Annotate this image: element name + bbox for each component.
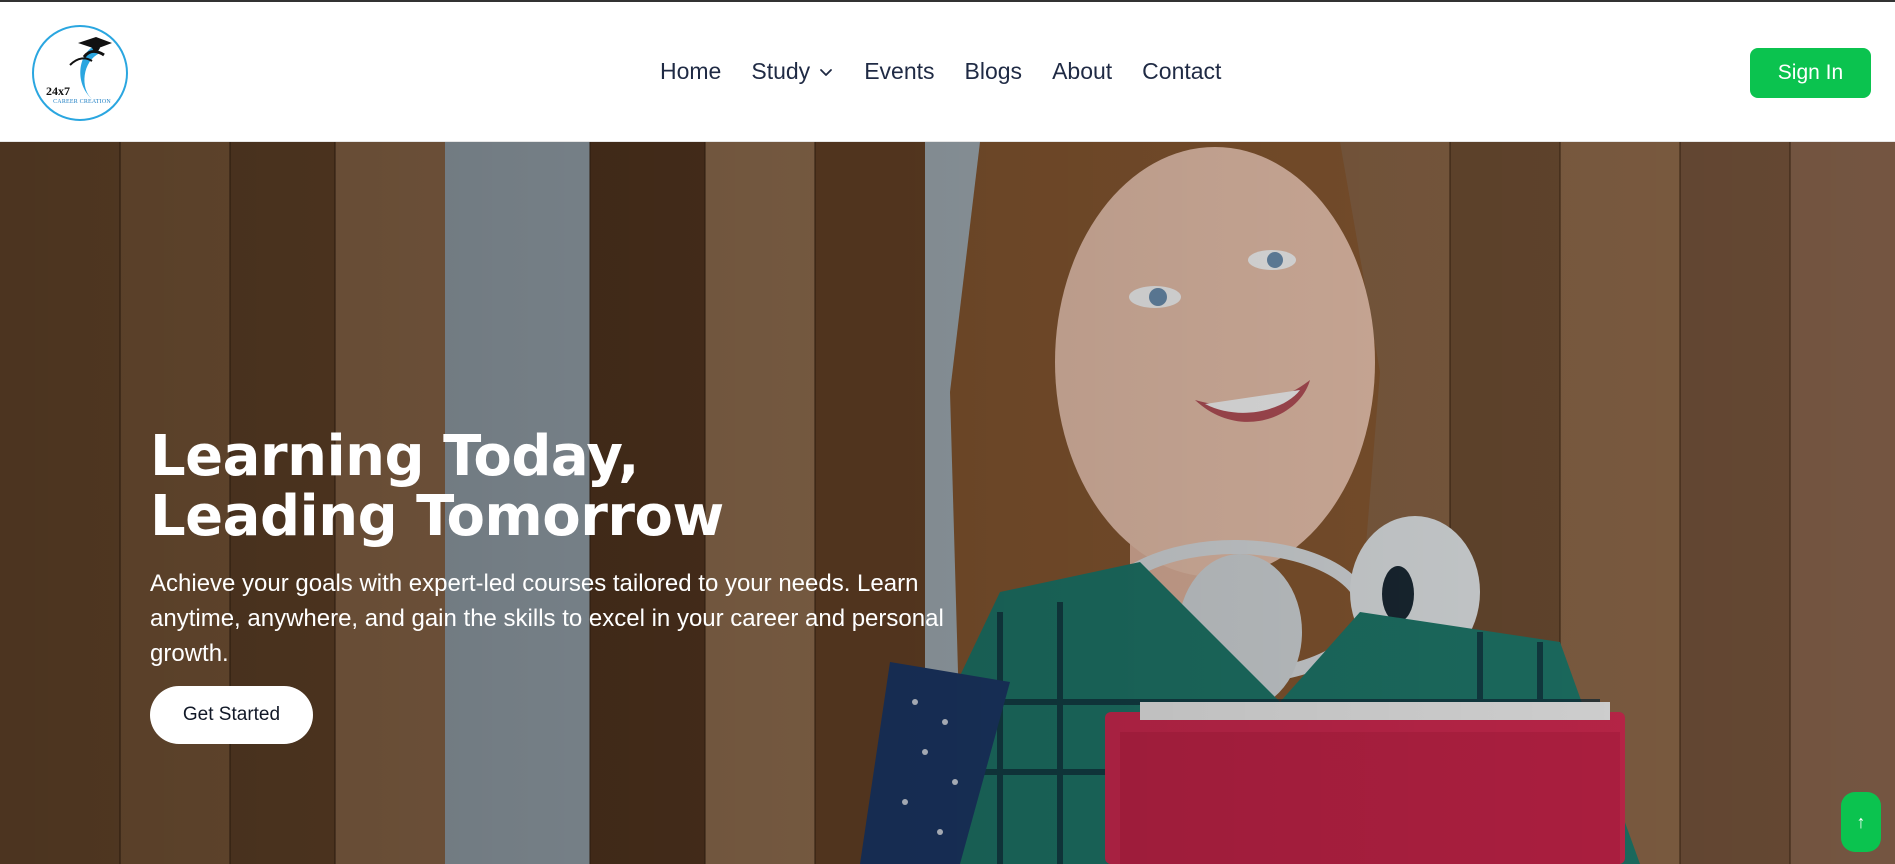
- chevron-down-icon: [820, 68, 833, 76]
- nav-item-label: Home: [660, 58, 722, 84]
- nav-item-label: Study: [751, 58, 811, 84]
- logo-subtext: CAREER CREATION: [53, 99, 111, 105]
- main-nav: Home Study Events Blogs About Contact: [660, 58, 1221, 85]
- nav-item-label: About: [1052, 58, 1113, 84]
- logo-graduate-icon: [69, 37, 112, 99]
- get-started-button[interactable]: Get Started: [150, 686, 313, 744]
- nav-item-label: Blogs: [964, 58, 1023, 84]
- nav-item-label: Events: [864, 58, 935, 84]
- hero-title: Learning Today, Leading Tomorrow: [150, 427, 910, 547]
- hero-title-line2: Leading Tomorrow: [150, 484, 724, 549]
- hero-title-line1: Learning Today,: [150, 424, 639, 489]
- brand-logo[interactable]: 24x7 CAREER CREATION: [32, 25, 128, 121]
- scroll-to-top-button[interactable]: ↑: [1841, 792, 1881, 852]
- hero-section: Learning Today, Leading Tomorrow Achieve…: [0, 142, 1895, 864]
- arrow-up-icon: ↑: [1856, 811, 1866, 832]
- nav-item-study[interactable]: Study: [751, 58, 834, 85]
- site-header: 24x7 CAREER CREATION Home Study Events B…: [0, 2, 1895, 142]
- sign-in-button[interactable]: Sign In: [1750, 48, 1871, 98]
- nav-item-events[interactable]: Events: [864, 58, 934, 85]
- nav-item-contact[interactable]: Contact: [1142, 58, 1221, 85]
- nav-item-home[interactable]: Home: [660, 58, 721, 85]
- hero-description: Achieve your goals with expert-led cours…: [150, 570, 944, 667]
- nav-item-blogs[interactable]: Blogs: [965, 58, 1023, 85]
- logo-text: 24x7: [46, 84, 70, 98]
- nav-item-about[interactable]: About: [1052, 58, 1112, 85]
- nav-item-label: Contact: [1142, 58, 1222, 84]
